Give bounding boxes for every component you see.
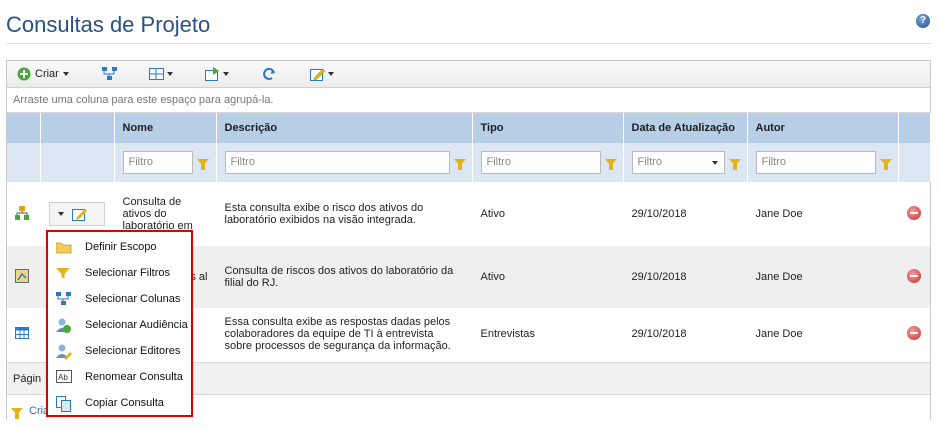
rename-icon: Ab xyxy=(56,370,72,384)
create-label: Criar xyxy=(35,68,59,80)
filter-icon xyxy=(56,266,70,280)
row-type: Ativo xyxy=(472,182,623,246)
menu-item-renomear-consulta[interactable]: Ab Renomear Consulta xyxy=(48,364,191,390)
filter-row: Filtro Filtro Filtro Filtro Filtro xyxy=(7,143,931,182)
chart-query-icon xyxy=(15,268,29,283)
menu-item-copiar-consulta[interactable]: Copiar Consulta xyxy=(48,390,191,416)
delete-icon[interactable] xyxy=(906,325,921,340)
row-type: Entrevistas xyxy=(472,308,623,360)
header-cell xyxy=(40,113,115,143)
column-header-date[interactable]: Data de Atualização xyxy=(623,113,748,143)
export-button[interactable] xyxy=(205,66,229,82)
description-filter-input[interactable]: Filtro xyxy=(224,151,450,174)
title-divider xyxy=(6,43,931,44)
group-drop-area[interactable]: Arraste uma coluna para este espaço para… xyxy=(7,88,930,113)
row-author: Jane Doe xyxy=(747,308,898,360)
hierarchy-icon xyxy=(102,67,117,81)
row-author: Jane Doe xyxy=(747,246,898,308)
page-title: Consultas de Projeto xyxy=(6,12,211,37)
add-icon xyxy=(17,67,31,81)
folder-icon xyxy=(55,240,72,254)
row-date: 29/10/2018 xyxy=(623,308,747,360)
column-header-author[interactable]: Autor xyxy=(747,113,899,143)
filter-icon[interactable] xyxy=(879,159,892,170)
row-description: Consulta de riscos dos ativos do laborat… xyxy=(216,246,472,308)
columns-icon xyxy=(56,292,71,306)
filter-icon[interactable] xyxy=(728,159,741,170)
columns-button[interactable] xyxy=(102,66,117,82)
author-filter-input[interactable]: Filtro xyxy=(755,151,876,174)
edit-icon xyxy=(71,207,87,221)
delete-icon[interactable] xyxy=(906,205,921,220)
column-header-name[interactable]: Nome xyxy=(114,113,217,143)
delete-icon[interactable] xyxy=(906,268,921,283)
export-icon xyxy=(205,67,219,81)
table-query-icon xyxy=(15,326,29,340)
context-menu: Definir Escopo Selecionar Filtros Seleci… xyxy=(46,230,193,417)
row-action-dropdown[interactable] xyxy=(48,202,105,226)
chevron-down-icon xyxy=(57,212,64,216)
menu-item-selecionar-editores[interactable]: Selecionar Editores xyxy=(48,338,191,364)
filter-icon[interactable] xyxy=(453,159,466,170)
row-description: Esta consulta exibe o risco dos ativos d… xyxy=(216,182,472,246)
menu-item-selecionar-audiencia[interactable]: Selecionar Audiência xyxy=(48,312,191,338)
refresh-button[interactable] xyxy=(262,66,276,82)
chevron-down-icon xyxy=(167,72,173,76)
audience-icon xyxy=(56,318,71,333)
pager-label: Págin xyxy=(13,373,42,385)
filter-icon[interactable] xyxy=(604,159,617,170)
row-author: Jane Doe xyxy=(747,182,898,246)
column-header-description[interactable]: Descrição xyxy=(216,113,473,143)
row-date: 29/10/2018 xyxy=(623,246,747,308)
chevron-down-icon xyxy=(62,72,69,76)
date-filter-input[interactable]: Filtro xyxy=(631,151,725,174)
menu-item-definir-escopo[interactable]: Definir Escopo xyxy=(48,234,191,260)
group-icon xyxy=(149,67,164,81)
edit-icon xyxy=(310,67,326,81)
menu-item-selecionar-colunas[interactable]: Selecionar Colunas xyxy=(48,286,191,312)
edit-menu-button[interactable] xyxy=(310,66,334,82)
grouping-button[interactable] xyxy=(149,66,173,82)
column-header-type[interactable]: Tipo xyxy=(472,113,624,143)
help-icon[interactable]: ? xyxy=(916,14,930,28)
header-row: Nome Descrição Tipo Data de Atualização … xyxy=(7,113,931,143)
chevron-down-icon[interactable] xyxy=(711,161,718,165)
chevron-down-icon xyxy=(328,72,334,76)
header-cell xyxy=(7,113,41,143)
header-cell xyxy=(898,113,931,143)
row-type: Ativo xyxy=(472,246,623,308)
filter-icon[interactable] xyxy=(196,159,209,170)
name-filter-input[interactable]: Filtro xyxy=(122,151,193,174)
chevron-down-icon xyxy=(223,72,229,76)
menu-item-selecionar-filtros[interactable]: Selecionar Filtros xyxy=(48,260,191,286)
row-date: 29/10/2018 xyxy=(623,182,747,246)
editors-icon xyxy=(56,344,72,360)
svg-text:Ab: Ab xyxy=(58,373,68,382)
type-filter-input[interactable]: Filtro xyxy=(480,151,601,174)
hierarchy-query-icon xyxy=(15,205,29,220)
row-description: Essa consulta exibe as respostas dadas p… xyxy=(216,308,472,360)
copy-icon xyxy=(56,396,71,412)
grid-toolbar: Criar xyxy=(7,61,930,88)
filter-icon xyxy=(11,407,23,419)
create-button[interactable]: Criar xyxy=(17,66,69,82)
refresh-icon xyxy=(262,67,276,81)
